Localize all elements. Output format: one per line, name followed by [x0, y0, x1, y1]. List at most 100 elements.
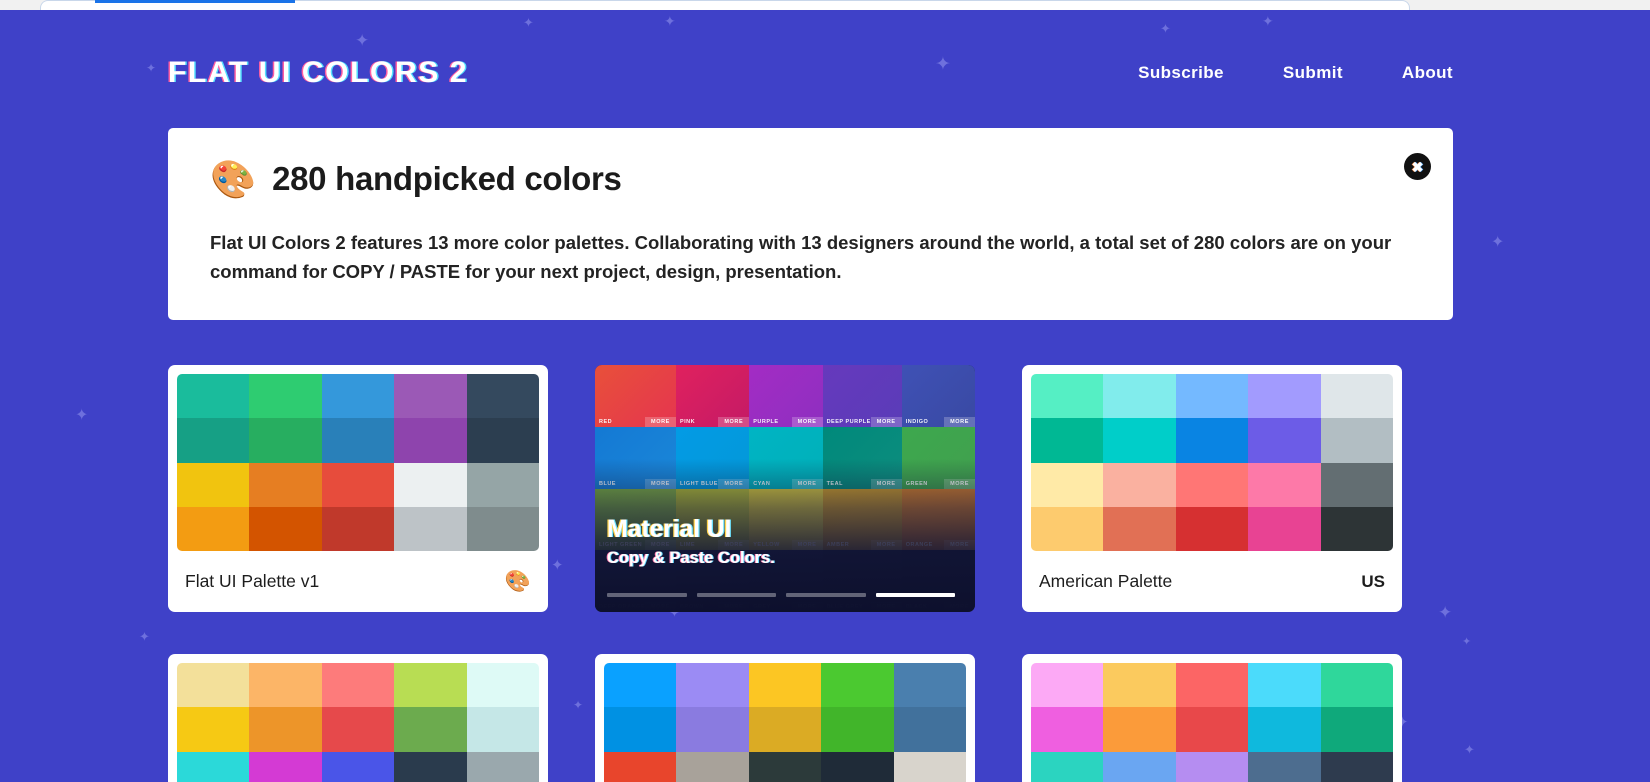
color-swatch[interactable]: [821, 663, 894, 708]
color-swatch[interactable]: [1103, 374, 1176, 419]
palette-card[interactable]: [1022, 654, 1402, 782]
swatch-grid[interactable]: [604, 663, 966, 782]
color-swatch[interactable]: [1103, 663, 1176, 708]
color-swatch[interactable]: [676, 751, 749, 782]
carousel-indicator[interactable]: [696, 593, 776, 597]
color-swatch[interactable]: [604, 751, 677, 782]
color-swatch[interactable]: [1031, 663, 1104, 708]
swatch-grid[interactable]: [177, 374, 539, 551]
color-swatch[interactable]: [466, 374, 539, 419]
color-swatch[interactable]: [748, 751, 822, 782]
color-swatch[interactable]: [1103, 418, 1176, 463]
color-swatch[interactable]: [394, 418, 467, 463]
color-swatch[interactable]: [466, 751, 539, 782]
color-swatch[interactable]: [321, 462, 395, 507]
color-swatch[interactable]: [748, 707, 822, 752]
color-swatch[interactable]: [394, 374, 467, 419]
palette-card[interactable]: American Palette US: [1022, 365, 1402, 612]
color-swatch[interactable]: [604, 663, 677, 708]
color-swatch[interactable]: [1103, 751, 1176, 782]
color-swatch[interactable]: [249, 374, 322, 419]
color-swatch[interactable]: [1320, 374, 1393, 419]
site-logo[interactable]: FLAT UI COLORS 2: [168, 56, 468, 90]
color-swatch[interactable]: [249, 462, 322, 507]
color-swatch[interactable]: [676, 663, 749, 708]
color-swatch[interactable]: [893, 707, 966, 752]
carousel-indicator[interactable]: [786, 593, 866, 597]
palette-card[interactable]: Flat UI Palette v1 🎨: [168, 365, 548, 612]
color-swatch[interactable]: [1103, 462, 1176, 507]
color-swatch[interactable]: [1103, 707, 1176, 752]
color-swatch[interactable]: [1320, 418, 1393, 463]
swatch-grid[interactable]: [177, 663, 539, 782]
color-swatch[interactable]: [249, 707, 322, 752]
color-swatch[interactable]: [177, 707, 250, 752]
color-swatch[interactable]: [1175, 707, 1249, 752]
color-swatch[interactable]: [1031, 462, 1104, 507]
color-swatch[interactable]: [466, 418, 539, 463]
color-swatch[interactable]: [394, 751, 467, 782]
color-swatch[interactable]: [1248, 663, 1321, 708]
color-swatch[interactable]: [321, 707, 395, 752]
color-swatch[interactable]: [321, 418, 395, 463]
color-swatch[interactable]: [321, 506, 395, 551]
color-swatch[interactable]: [1248, 707, 1321, 752]
nav-link-subscribe[interactable]: Subscribe: [1138, 63, 1224, 83]
carousel-indicators[interactable]: [607, 593, 955, 597]
color-swatch[interactable]: [1031, 707, 1104, 752]
carousel-indicator[interactable]: [875, 593, 955, 597]
color-swatch[interactable]: [1175, 418, 1249, 463]
close-icon[interactable]: ✖: [1404, 153, 1431, 180]
color-swatch[interactable]: [1320, 751, 1393, 782]
color-swatch[interactable]: [1248, 506, 1321, 551]
color-swatch[interactable]: [249, 751, 322, 782]
color-swatch[interactable]: [177, 663, 250, 708]
swatch-grid[interactable]: [1031, 374, 1393, 551]
color-swatch[interactable]: [1031, 374, 1104, 419]
color-swatch[interactable]: [1175, 374, 1249, 419]
color-swatch[interactable]: [821, 707, 894, 752]
color-swatch[interactable]: [1248, 374, 1321, 419]
color-swatch[interactable]: [394, 707, 467, 752]
nav-link-about[interactable]: About: [1402, 63, 1453, 83]
color-swatch[interactable]: [1031, 506, 1104, 551]
color-swatch[interactable]: [394, 663, 467, 708]
swatch-grid[interactable]: [1031, 663, 1393, 782]
color-swatch[interactable]: [466, 663, 539, 708]
color-swatch[interactable]: [177, 506, 250, 551]
color-swatch[interactable]: [1175, 663, 1249, 708]
color-swatch[interactable]: [1320, 462, 1393, 507]
nav-link-submit[interactable]: Submit: [1283, 63, 1343, 83]
color-swatch[interactable]: [1031, 418, 1104, 463]
color-swatch[interactable]: [177, 374, 250, 419]
color-swatch[interactable]: [177, 751, 250, 782]
color-swatch[interactable]: [1175, 462, 1249, 507]
color-swatch[interactable]: [466, 462, 539, 507]
color-swatch[interactable]: [1320, 506, 1393, 551]
color-swatch[interactable]: [604, 707, 677, 752]
color-swatch[interactable]: [177, 462, 250, 507]
color-swatch[interactable]: [821, 751, 894, 782]
featured-palette-card[interactable]: REDMOREPINKMOREPURPLEMOREDEEP PURPLEMORE…: [595, 365, 975, 612]
color-swatch[interactable]: [249, 418, 322, 463]
color-swatch[interactable]: [893, 663, 966, 708]
color-swatch[interactable]: [893, 751, 966, 782]
color-swatch[interactable]: [748, 663, 822, 708]
palette-card[interactable]: [595, 654, 975, 782]
color-swatch[interactable]: [1031, 751, 1104, 782]
color-swatch[interactable]: [394, 462, 467, 507]
color-swatch[interactable]: [394, 506, 467, 551]
color-swatch[interactable]: [466, 707, 539, 752]
color-swatch[interactable]: [321, 374, 395, 419]
color-swatch[interactable]: [466, 506, 539, 551]
color-swatch[interactable]: [1248, 418, 1321, 463]
color-swatch[interactable]: [1103, 506, 1176, 551]
carousel-indicator[interactable]: [607, 593, 687, 597]
color-swatch[interactable]: [321, 663, 395, 708]
color-swatch[interactable]: [249, 506, 322, 551]
color-swatch[interactable]: [1248, 751, 1321, 782]
color-swatch[interactable]: [249, 663, 322, 708]
color-swatch[interactable]: [1175, 506, 1249, 551]
color-swatch[interactable]: [321, 751, 395, 782]
palette-card[interactable]: [168, 654, 548, 782]
